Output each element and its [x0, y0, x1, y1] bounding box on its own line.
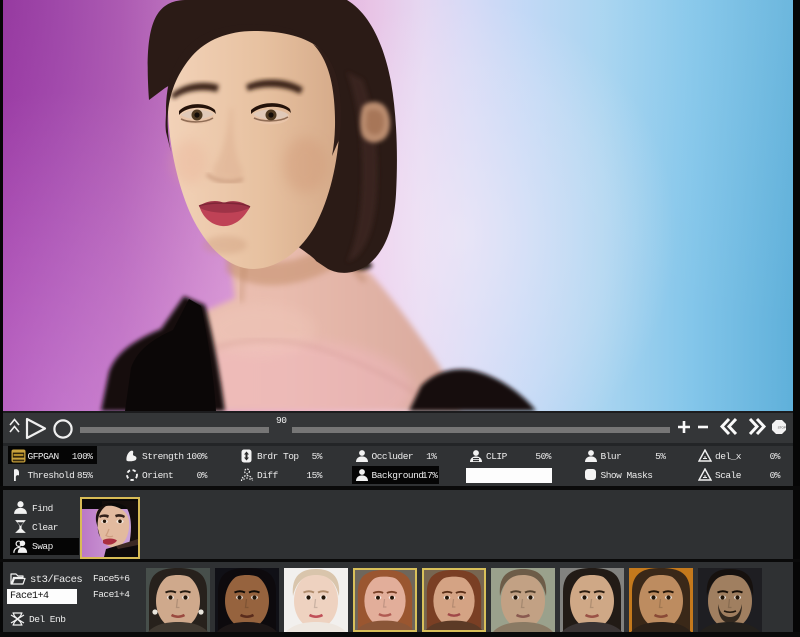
svg-text:STOP: STOP — [778, 425, 786, 429]
